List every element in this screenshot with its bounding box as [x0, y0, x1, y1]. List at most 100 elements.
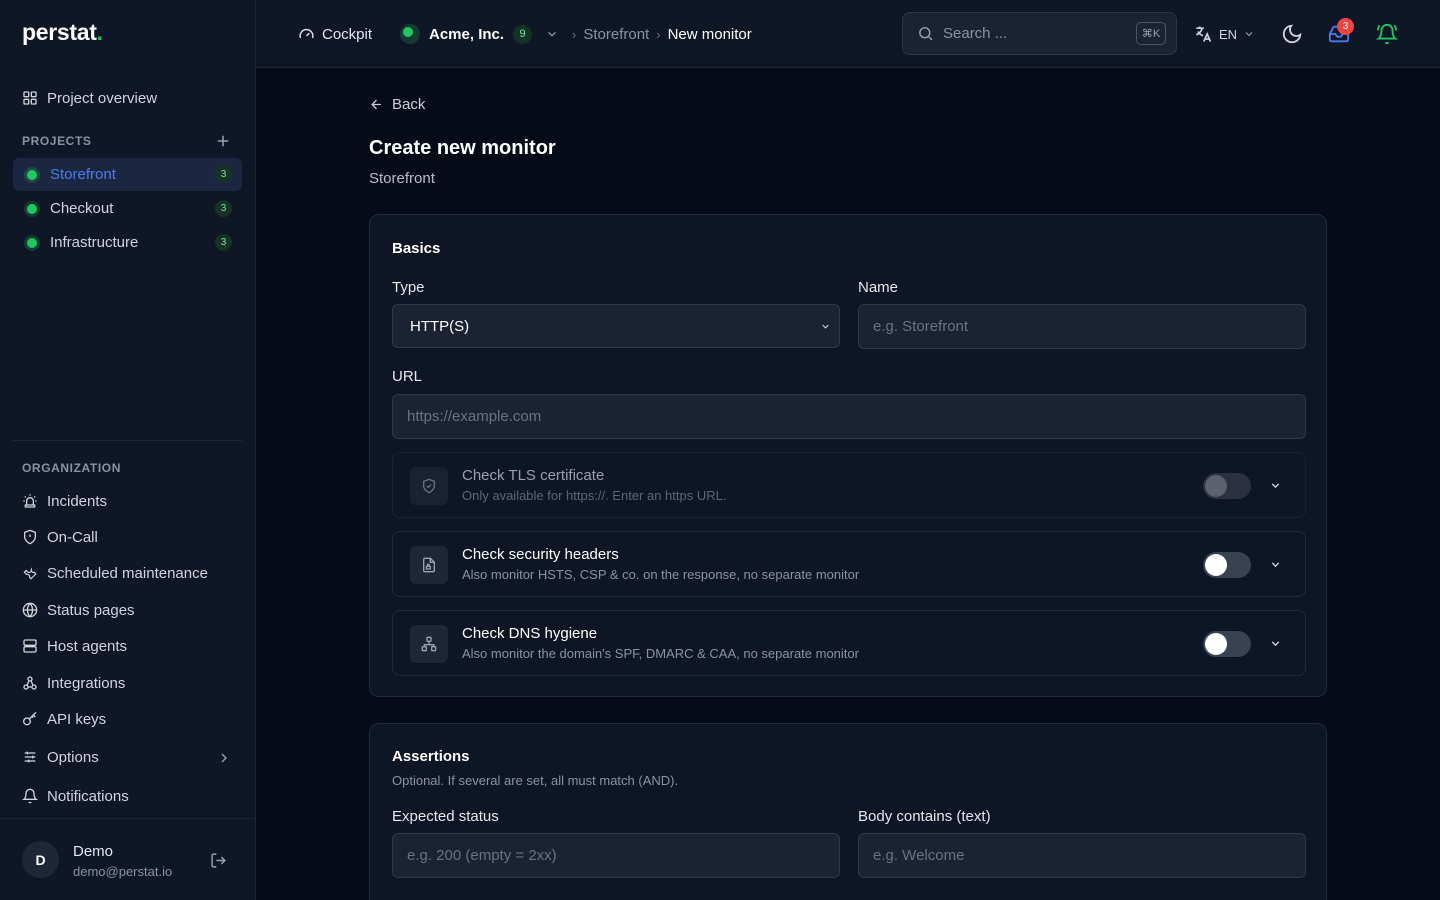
- chevron-down-icon[interactable]: [1269, 558, 1282, 571]
- check-headers-desc: Also monitor HSTS, CSP & co. on the resp…: [462, 567, 860, 582]
- organization-heading: ORGANIZATION: [22, 461, 121, 475]
- back-label: Back: [392, 96, 426, 113]
- org-count-badge: 9: [513, 24, 533, 44]
- type-select[interactable]: HTTP(S): [392, 304, 840, 348]
- url-field[interactable]: [392, 394, 1306, 439]
- sidebar-item-status-pages[interactable]: Status pages: [13, 594, 242, 626]
- breadcrumb-separator: ›: [656, 26, 661, 42]
- language-switcher[interactable]: EN: [1193, 0, 1255, 68]
- page-subtitle: Storefront: [369, 170, 435, 187]
- chevron-down-icon: [548, 31, 556, 37]
- sidebar-project-checkout[interactable]: Checkout 3: [13, 192, 242, 225]
- sidebar-item-api-keys[interactable]: API keys: [13, 703, 242, 735]
- check-headers-toggle[interactable]: [1203, 552, 1251, 578]
- sidebar-item-notifications[interactable]: Notifications: [13, 780, 242, 812]
- breadcrumb-project[interactable]: Storefront: [583, 26, 649, 43]
- webhook-icon: [23, 676, 37, 690]
- sidebar-project-storefront[interactable]: Storefront 3: [13, 158, 242, 191]
- sidebar-item-label: API keys: [47, 710, 107, 728]
- status-up-icon: [400, 24, 420, 44]
- check-headers-icon-box: [410, 546, 448, 584]
- logout-icon[interactable]: [210, 852, 227, 869]
- check-dns-toggle[interactable]: [1203, 631, 1251, 657]
- bell-ringing-icon[interactable]: [1376, 23, 1398, 45]
- check-tls-desc: Only available for https://. Enter an ht…: [462, 488, 727, 503]
- sidebar: perstat. Project overview PROJECTS Store…: [0, 0, 256, 900]
- body-contains-label: Body contains (text): [858, 808, 991, 825]
- page-title: Create new monitor: [369, 137, 556, 159]
- url-label: URL: [392, 368, 423, 385]
- check-tls-toggle: [1203, 473, 1251, 499]
- type-label: Type: [392, 279, 425, 296]
- check-dns-desc: Also monitor the domain's SPF, DMARC & C…: [462, 646, 859, 661]
- chevron-down-icon[interactable]: [1269, 637, 1282, 650]
- sidebar-item-label: Incidents: [47, 492, 108, 510]
- grid-icon: [23, 91, 37, 105]
- cockpit-label: Cockpit: [322, 25, 373, 43]
- chevron-right-icon: [221, 753, 227, 763]
- org-name: Acme, Inc.: [429, 25, 505, 43]
- file-lock-icon: [423, 557, 435, 573]
- expected-status-label: Expected status: [392, 808, 499, 825]
- basics-heading: Basics: [392, 240, 441, 257]
- search-input[interactable]: Search ... ⌘K: [902, 12, 1177, 55]
- search-placeholder: Search ...: [943, 25, 1008, 42]
- check-dns-hygiene-row: Check DNS hygiene Also monitor the domai…: [392, 610, 1306, 676]
- chevron-down-icon[interactable]: [1269, 479, 1282, 492]
- sidebar-item-host-agents[interactable]: Host agents: [13, 630, 242, 662]
- sidebar-item-label: Notifications: [47, 787, 129, 805]
- notification-count-badge: 3: [1337, 18, 1354, 35]
- name-field[interactable]: [858, 304, 1306, 349]
- search-icon: [919, 27, 933, 41]
- project-count-badge: 3: [215, 200, 232, 217]
- key-icon: [23, 711, 37, 726]
- server-icon: [23, 639, 37, 653]
- plus-icon[interactable]: [214, 132, 232, 150]
- expected-status-field[interactable]: [392, 833, 840, 878]
- body-contains-field[interactable]: [858, 833, 1306, 878]
- bell-icon: [22, 788, 38, 804]
- siren-icon: [23, 494, 37, 508]
- sliders-icon: [24, 751, 36, 763]
- user-name: Demo: [73, 843, 114, 860]
- moon-icon[interactable]: [1281, 23, 1303, 45]
- project-name: Checkout: [50, 200, 114, 217]
- translate-icon: [1196, 26, 1212, 42]
- sidebar-project-infrastructure[interactable]: Infrastructure 3: [13, 226, 242, 259]
- check-dns-title: Check DNS hygiene: [462, 625, 598, 642]
- arrow-left-icon: [371, 99, 381, 110]
- app-logo[interactable]: perstat.: [22, 19, 103, 46]
- shield-icon: [24, 529, 36, 545]
- basics-card: Basics Type HTTP(S) Name URL Check TLS c…: [369, 214, 1327, 697]
- check-tls-row: Check TLS certificate Only available for…: [392, 452, 1306, 518]
- sidebar-item-label: Integrations: [47, 674, 126, 692]
- breadcrumb: › Storefront › New monitor: [572, 0, 752, 68]
- network-icon: [421, 636, 437, 652]
- sidebar-item-label: Status pages: [47, 601, 135, 619]
- sidebar-item-options[interactable]: Options: [13, 741, 242, 773]
- check-tls-icon-box: [410, 467, 448, 505]
- org-switcher[interactable]: Acme, Inc. 9: [400, 0, 559, 68]
- sidebar-item-label: Project overview: [47, 89, 158, 107]
- project-count-badge: 3: [215, 166, 232, 183]
- assertions-heading: Assertions: [392, 748, 470, 765]
- breadcrumb-separator: ›: [572, 26, 577, 42]
- project-name: Infrastructure: [50, 234, 139, 251]
- assertions-subtitle: Optional. If several are set, all must m…: [392, 773, 679, 788]
- avatar: D: [22, 841, 59, 878]
- sidebar-item-scheduled-maintenance[interactable]: Scheduled maintenance: [13, 557, 242, 589]
- sidebar-item-label: Host agents: [47, 637, 128, 655]
- search-shortcut: ⌘K: [1136, 22, 1166, 45]
- sidebar-divider: [13, 440, 242, 441]
- user-menu[interactable]: D Demo demo@perstat.io: [0, 818, 255, 900]
- sidebar-item-integrations[interactable]: Integrations: [13, 667, 242, 699]
- shield-check-icon: [423, 478, 435, 494]
- projects-heading: PROJECTS: [22, 134, 92, 148]
- status-up-icon: [24, 234, 40, 251]
- back-link[interactable]: Back: [369, 96, 425, 113]
- sidebar-item-incidents[interactable]: Incidents: [13, 485, 242, 517]
- cockpit-link[interactable]: Cockpit: [298, 0, 372, 68]
- sidebar-item-label: Scheduled maintenance: [47, 564, 208, 582]
- sidebar-item-project-overview[interactable]: Project overview: [13, 82, 242, 114]
- sidebar-item-on-call[interactable]: On-Call: [13, 521, 242, 553]
